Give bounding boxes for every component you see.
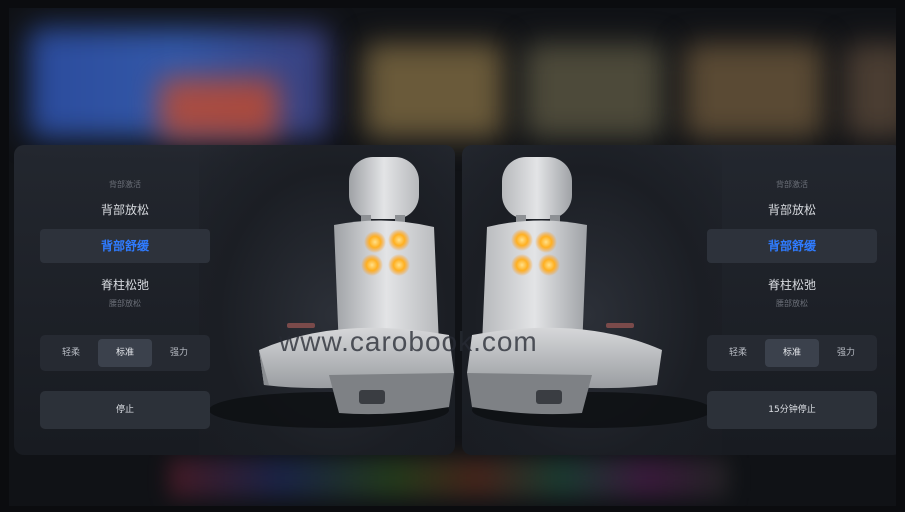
mode-item-waist-relax[interactable]: 腰部放松 (40, 298, 210, 309)
background-blur (684, 43, 824, 138)
massage-point (388, 254, 410, 276)
intensity-gentle[interactable]: 轻柔 (44, 339, 98, 367)
intensity-standard[interactable]: 标准 (98, 339, 152, 367)
mode-item-spine-relax[interactable]: 脊柱松弛 (707, 276, 877, 293)
intensity-standard[interactable]: 标准 (765, 339, 819, 367)
massage-point (364, 231, 386, 253)
intensity-selector: 轻柔 标准 强力 (707, 335, 877, 371)
mode-item-back-relax[interactable]: 背部放松 (40, 201, 210, 218)
right-seat-illustration (462, 145, 722, 455)
right-mode-menu: 背部激活 背部放松 背部舒缓 脊柱松弛 腰部放松 轻柔 标准 强力 15分钟停止 (707, 145, 877, 455)
timer-stop-button[interactable]: 15分钟停止 (707, 391, 877, 429)
mode-item-back-soothe-selected[interactable]: 背部舒缓 (40, 229, 210, 263)
mode-item-spine-relax[interactable]: 脊柱松弛 (40, 276, 210, 293)
intensity-strong[interactable]: 强力 (152, 339, 206, 367)
left-mode-menu: 背部激活 背部放松 背部舒缓 脊柱松弛 腰部放松 轻柔 标准 强力 停止 (40, 145, 210, 455)
massage-point (511, 254, 533, 276)
mode-item-back-soothe-selected[interactable]: 背部舒缓 (707, 229, 877, 263)
screen: 背部激活 背部放松 背部舒缓 脊柱松弛 腰部放松 轻柔 标准 强力 停止 背部激… (9, 8, 896, 506)
background-blur (844, 43, 896, 138)
intensity-gentle[interactable]: 轻柔 (711, 339, 765, 367)
massage-point (511, 229, 533, 251)
background-blur (159, 78, 279, 138)
mode-item-back-relax[interactable]: 背部放松 (707, 201, 877, 218)
background-blur (524, 43, 664, 138)
stop-button[interactable]: 停止 (40, 391, 210, 429)
watermark: www.carobook.com (279, 326, 538, 357)
mode-item-back-activate[interactable]: 背部激活 (40, 179, 210, 190)
left-seat-massage-panel: 背部激活 背部放松 背部舒缓 脊柱松弛 腰部放松 轻柔 标准 强力 停止 (14, 145, 455, 455)
intensity-strong[interactable]: 强力 (819, 339, 873, 367)
massage-point (388, 229, 410, 251)
background-blur (364, 43, 504, 138)
seat-graphic (467, 157, 712, 428)
intensity-selector: 轻柔 标准 强力 (40, 335, 210, 371)
massage-point (535, 231, 557, 253)
seat-graphic (209, 157, 454, 428)
massage-point (361, 254, 383, 276)
mode-item-back-activate[interactable]: 背部激活 (707, 179, 877, 190)
left-seat-illustration (199, 145, 455, 455)
massage-point (538, 254, 560, 276)
mode-item-waist-relax[interactable]: 腰部放松 (707, 298, 877, 309)
background-dock-blur (169, 458, 729, 498)
right-seat-massage-panel: 背部激活 背部放松 背部舒缓 脊柱松弛 腰部放松 轻柔 标准 强力 15分钟停止 (462, 145, 896, 455)
